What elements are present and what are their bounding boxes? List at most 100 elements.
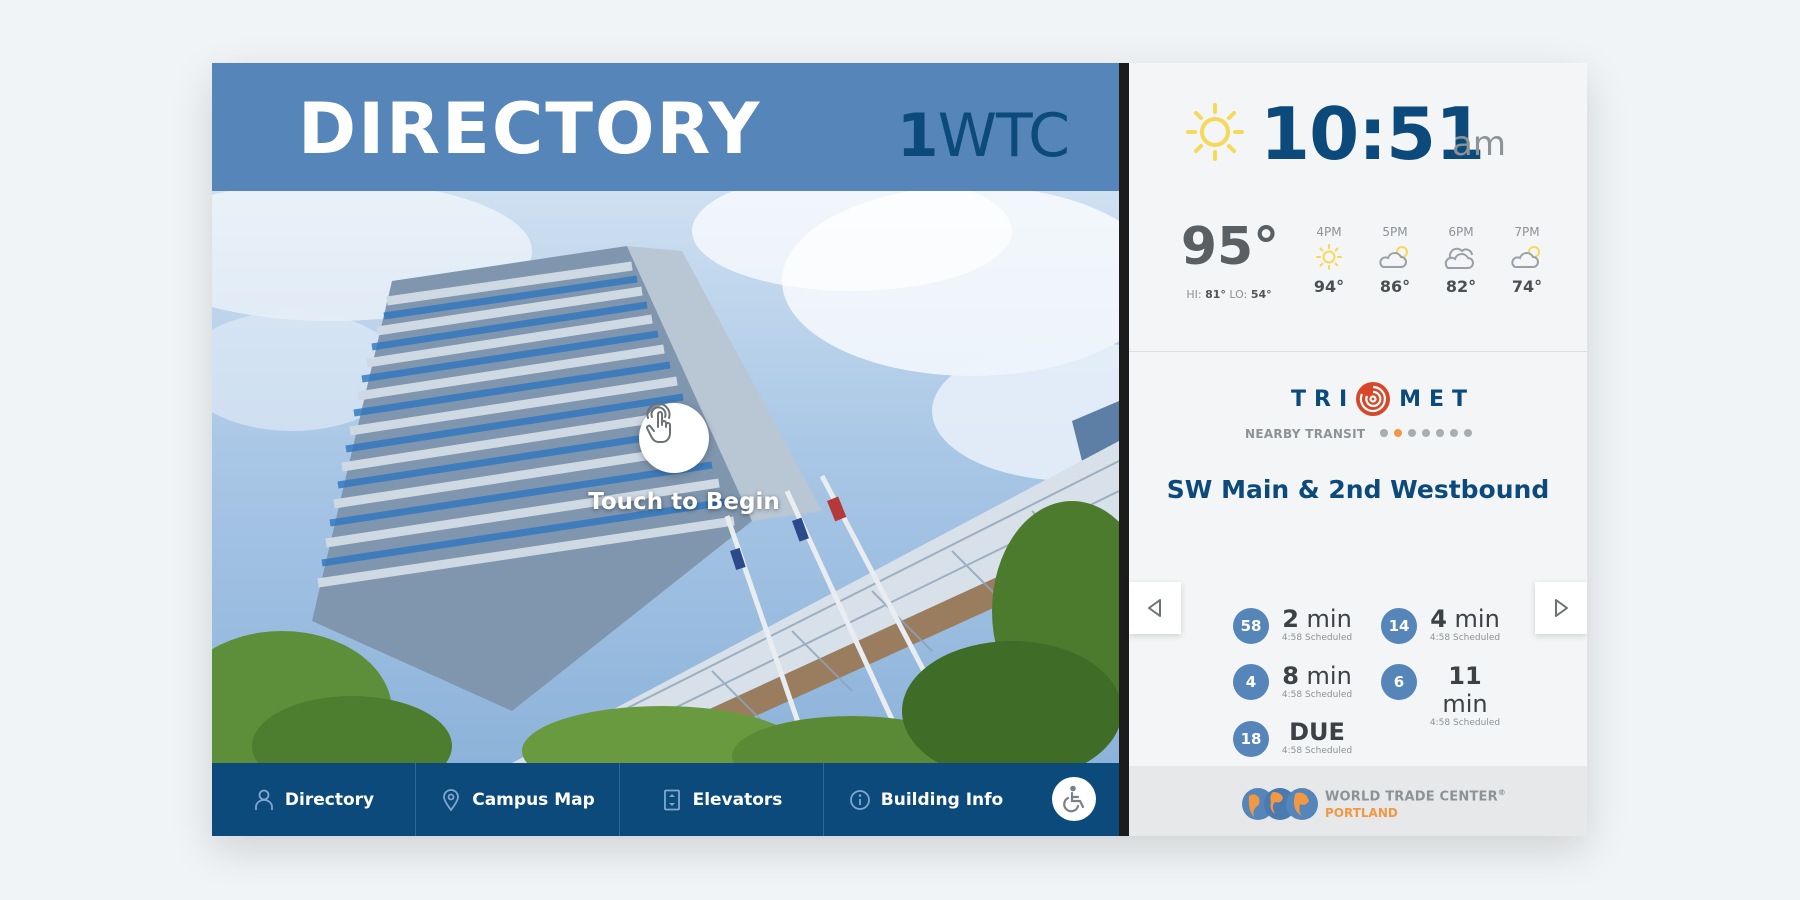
forecast-hour: 4PM [1316, 225, 1342, 239]
bottom-nav: Directory Campus Map Elevators Building … [212, 763, 1119, 836]
wtc-name-line: WORLD TRADE CENTER [1325, 789, 1498, 805]
building-name: 1WTC [896, 101, 1070, 171]
registered-mark: ® [1497, 788, 1506, 797]
trimet-swirl-icon [1356, 382, 1391, 416]
nav-elevators[interactable]: Elevators [620, 763, 824, 836]
current-temperature: 95° [1180, 217, 1280, 277]
clock-time: 10:51 [1260, 92, 1485, 176]
route-badge: 4 [1233, 664, 1269, 700]
arrival-eta: 11 min 4:58 Scheduled [1425, 662, 1505, 729]
nav-elevators-label: Elevators [692, 789, 783, 810]
forecast-hour: 7PM [1514, 225, 1540, 239]
page-dot[interactable] [1394, 429, 1402, 437]
forecast-temp: 82° [1445, 277, 1477, 296]
page-title: DIRECTORY [298, 88, 762, 170]
eta-value: 2 [1282, 605, 1299, 633]
header-bar: DIRECTORY 1WTC [212, 63, 1119, 191]
forecast-temp: 94° [1313, 277, 1345, 296]
clock-ampm: am [1452, 124, 1506, 164]
route-badge: 18 [1233, 721, 1269, 757]
nav-directory-label: Directory [284, 789, 375, 810]
forecast-temp: 74° [1511, 277, 1543, 296]
touch-button[interactable] [639, 403, 709, 473]
sun-icon [1301, 243, 1357, 271]
stop-name: SW Main & 2nd Westbound [1166, 475, 1550, 504]
eta-scheduled: 4:58 Scheduled [1281, 633, 1353, 643]
page-dot[interactable] [1422, 429, 1430, 437]
prev-stop-button[interactable] [1129, 582, 1181, 634]
eta-value: 4 [1430, 605, 1447, 633]
hi-lo-temperature: HI: 81° LO: 54° [1169, 288, 1289, 301]
eta-scheduled: 4:58 Scheduled [1281, 746, 1353, 756]
page-dot[interactable] [1436, 429, 1444, 437]
next-stop-button[interactable] [1535, 582, 1587, 634]
eta-unit: min [1306, 605, 1352, 633]
eta-scheduled: 4:58 Scheduled [1281, 690, 1353, 700]
nav-campus-map[interactable]: Campus Map [416, 763, 620, 836]
nav-campus-map-label: Campus Map [472, 789, 595, 810]
nav-building-info-label: Building Info [880, 789, 1004, 810]
nav-directory[interactable]: Directory [212, 763, 416, 836]
partly-cloudy-icon [1367, 243, 1423, 271]
forecast-temp: 86° [1379, 277, 1411, 296]
forecast-hour: 6PM [1448, 225, 1474, 239]
eta-scheduled: 4:58 Scheduled [1429, 633, 1501, 643]
section-divider [1129, 351, 1587, 352]
eta-scheduled: 4:58 Scheduled [1429, 718, 1501, 728]
arrival-eta: 2 min 4:58 Scheduled [1277, 605, 1357, 644]
info-icon [849, 789, 871, 811]
page-dot[interactable] [1464, 429, 1472, 437]
nearby-transit-label: NEARBY TRANSIT [1245, 427, 1366, 441]
person-icon [253, 789, 275, 811]
route-badge: 58 [1233, 608, 1269, 644]
chevron-left-icon [1148, 599, 1161, 617]
accessibility-button[interactable] [1052, 777, 1096, 821]
eta-unit: min [1442, 690, 1488, 718]
page-dot[interactable] [1450, 429, 1458, 437]
trimet-brand-right: MET [1399, 386, 1476, 412]
lo-value: 54° [1250, 288, 1272, 301]
info-panel: 10:51 am 95° HI: 81° LO: 54° 4PM 94° 5PM… [1129, 63, 1587, 836]
arrival-eta: DUE 4:58 Scheduled [1277, 718, 1357, 757]
wtc-city: PORTLAND [1325, 806, 1398, 821]
wtc-globe-logo [1242, 788, 1318, 820]
wtc-name: WORLD TRADE CENTER® PORTLAND [1325, 788, 1506, 820]
page-dot[interactable] [1408, 429, 1416, 437]
wheelchair-icon [1063, 785, 1085, 813]
forecast-5pm: 5PM 86° [1367, 225, 1423, 296]
forecast-7pm: 7PM 74° [1499, 225, 1555, 296]
cloud-icon [1433, 243, 1489, 271]
hero-image[interactable]: Touch to Begin [212, 191, 1119, 763]
eta-unit: min [1306, 662, 1352, 690]
trimet-brand-left: TRI [1291, 386, 1356, 412]
eta-value: 11 [1448, 662, 1482, 690]
touch-to-begin-label: Touch to Begin [588, 489, 780, 515]
partly-cloudy-icon [1499, 243, 1555, 271]
main-panel: DIRECTORY 1WTC Touch to Begin Directory … [212, 63, 1119, 836]
eta-unit: min [1454, 605, 1500, 633]
trimet-logo: TRI MET [1291, 379, 1475, 419]
building-code: WTC [937, 101, 1070, 171]
eta-value: 8 [1282, 662, 1299, 690]
route-badge: 14 [1381, 608, 1417, 644]
hi-label: HI: [1186, 288, 1202, 301]
clock: 10:51 am [1129, 88, 1587, 178]
page-indicator [1380, 429, 1472, 437]
hi-value: 81° [1205, 288, 1226, 301]
chevron-right-icon [1555, 599, 1568, 617]
arrival-eta: 8 min 4:58 Scheduled [1277, 662, 1357, 701]
eta-value: DUE [1289, 718, 1345, 746]
building-number: 1 [896, 101, 939, 171]
building-photo [212, 191, 1119, 763]
kiosk-screen: DIRECTORY 1WTC Touch to Begin Directory … [212, 63, 1587, 836]
sun-icon [1186, 103, 1244, 161]
nav-building-info[interactable]: Building Info [824, 763, 1028, 836]
footer: WORLD TRADE CENTER® PORTLAND [1129, 766, 1587, 836]
forecast-4pm: 4PM 94° [1301, 225, 1357, 296]
route-badge: 6 [1381, 664, 1417, 700]
elevator-icon [661, 789, 683, 811]
map-pin-icon [440, 788, 462, 811]
page-dot[interactable] [1380, 429, 1388, 437]
forecast-hour: 5PM [1382, 225, 1408, 239]
forecast-6pm: 6PM 82° [1433, 225, 1489, 296]
